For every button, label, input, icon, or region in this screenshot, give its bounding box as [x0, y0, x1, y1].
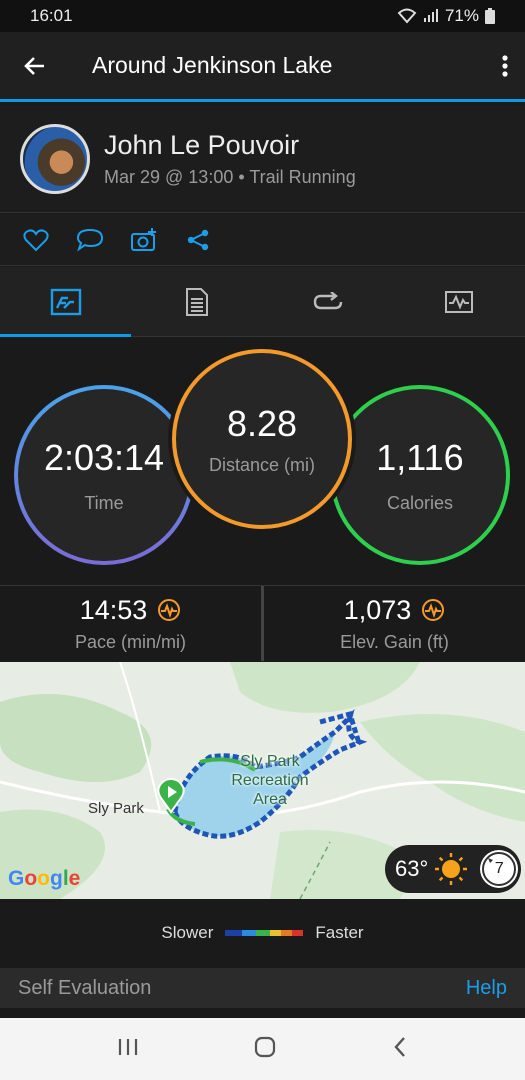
chevron-left-icon: [394, 1036, 405, 1057]
weather-badge[interactable]: 63° 7: [385, 845, 521, 893]
legend-faster: Faster: [315, 923, 364, 942]
distance-label: Distance (mi): [208, 454, 315, 475]
tab-charts[interactable]: [394, 267, 525, 336]
pace-value: 14:53: [79, 594, 148, 625]
wind-speed: 7: [494, 860, 504, 877]
signal-icon: [423, 9, 438, 22]
heart-rate-icon: [422, 599, 445, 621]
arrow-left-icon: [24, 56, 44, 75]
heart-rate-icon: [158, 599, 181, 621]
summary-rings: 2:03:14 Time 1,116 Calories 8.28 Distanc…: [0, 337, 525, 585]
overview-icon: [50, 288, 81, 315]
chart-icon: [445, 290, 474, 313]
google-logo: Google: [8, 867, 81, 890]
recent-apps-icon: [119, 1038, 138, 1055]
calories-value: 1,116: [376, 436, 464, 478]
time-ring: 2:03:14 Time: [14, 385, 194, 565]
tab-laps[interactable]: [263, 267, 394, 336]
home-icon: [255, 1036, 276, 1057]
back-nav-button[interactable]: [392, 1035, 408, 1064]
recent-apps-button[interactable]: [117, 1037, 139, 1062]
system-navigation-bar: [0, 1018, 525, 1080]
wifi-icon: [397, 8, 417, 24]
battery-icon: [485, 8, 495, 24]
add-photo-button[interactable]: [130, 226, 158, 254]
self-evaluation-label: Self Evaluation: [18, 976, 152, 999]
help-link[interactable]: Help: [466, 977, 507, 1000]
avatar[interactable]: [20, 123, 90, 194]
elevation-label: Elev. Gain (ft): [340, 631, 449, 652]
distance-ring: 8.28 Distance (mi): [172, 349, 352, 529]
calories-ring: 1,116 Calories: [330, 385, 510, 565]
laps-icon: [313, 291, 343, 309]
social-actions: [0, 214, 525, 266]
temperature: 63°: [395, 856, 429, 881]
self-evaluation-bar: Self Evaluation Help: [0, 968, 525, 1008]
activity-date-type: Mar 29 @ 13:00 • Trail Running: [104, 166, 356, 187]
share-icon: [187, 229, 209, 250]
status-bar: 16:01 71%: [0, 0, 525, 32]
time-value: 2:03:14: [43, 436, 165, 478]
secondary-stats: 14:53 Pace (min/mi) 1,073 Elev. Gain (ft…: [0, 585, 525, 661]
legend-slower: Slower: [161, 923, 214, 942]
more-vertical-icon: [502, 54, 508, 77]
owner-name[interactable]: John Le Pouvoir: [104, 130, 356, 161]
elevation-stat[interactable]: 1,073 Elev. Gain (ft): [261, 586, 525, 661]
comment-button[interactable]: [76, 226, 104, 254]
status-icons: 71%: [397, 6, 495, 26]
activity-owner: John Le Pouvoir Mar 29 @ 13:00 • Trail R…: [0, 105, 525, 213]
pace-label: Pace (min/mi): [74, 631, 186, 652]
calories-label: Calories: [386, 492, 454, 513]
back-button[interactable]: [0, 31, 70, 101]
map-place-label: Sly Park: [88, 800, 144, 817]
like-button[interactable]: [22, 226, 50, 254]
home-button[interactable]: [253, 1035, 277, 1064]
comment-icon: [76, 228, 104, 251]
pace-legend: Slower Faster: [0, 899, 525, 967]
elevation-value: 1,073: [343, 594, 412, 625]
document-list-icon: [185, 287, 208, 316]
heart-icon: [23, 228, 49, 251]
time-label: Time: [84, 492, 124, 513]
app-bar: Around Jenkinson Lake: [0, 32, 525, 102]
sun-icon: [435, 853, 468, 885]
route-map[interactable]: Sly Park Sly Park Recreation Area Google…: [0, 662, 525, 899]
page-title: Around Jenkinson Lake: [92, 52, 333, 78]
start-marker-icon: [157, 778, 185, 814]
tab-overview[interactable]: [0, 267, 132, 337]
pace-gradient-bar: [225, 930, 304, 936]
distance-value: 8.28: [226, 402, 298, 444]
wind-indicator: 7: [480, 850, 519, 888]
activity-tabs: [0, 267, 525, 337]
camera-plus-icon: [131, 227, 156, 251]
tab-stats[interactable]: [131, 267, 262, 336]
pace-stat[interactable]: 14:53 Pace (min/mi): [0, 586, 261, 661]
battery-percent: 71%: [444, 6, 479, 25]
more-options-button[interactable]: [485, 31, 525, 101]
map-recreation-label: Sly Park Recreation Area: [231, 753, 309, 808]
status-time: 16:01: [30, 6, 73, 25]
share-button[interactable]: [184, 226, 212, 254]
